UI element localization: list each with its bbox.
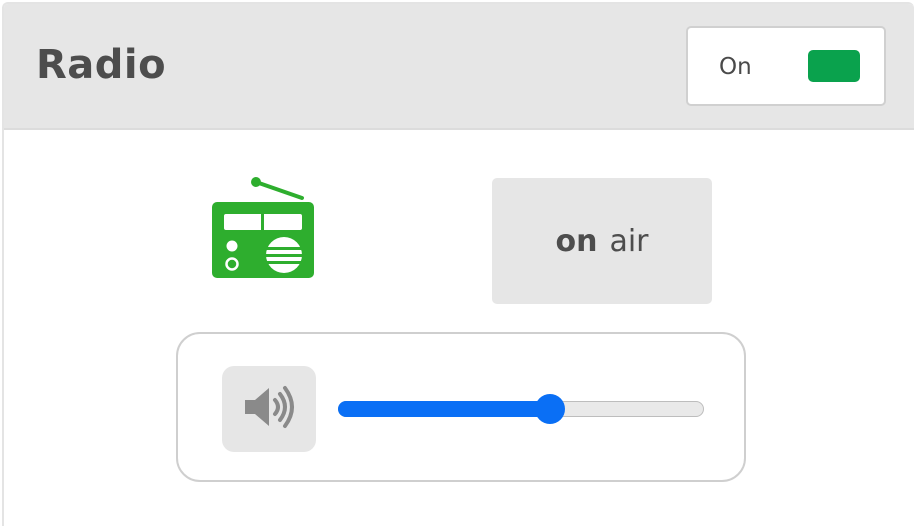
volume-slider[interactable]	[338, 394, 704, 424]
widget-header: Radio On	[4, 4, 914, 130]
power-label: On	[719, 54, 752, 80]
widget-title: Radio	[36, 42, 167, 88]
volume-fill	[338, 401, 550, 417]
power-toggle[interactable]: On	[686, 26, 886, 106]
power-indicator	[808, 50, 860, 82]
mute-button[interactable]	[222, 366, 316, 452]
on-air-strong: on	[555, 223, 598, 259]
volume-panel	[176, 332, 746, 482]
speaker-volume-icon	[241, 383, 297, 435]
on-air-status: on air	[492, 178, 712, 304]
radio-icon	[210, 176, 316, 280]
on-air-text: air	[609, 223, 649, 259]
volume-thumb[interactable]	[535, 394, 565, 424]
radio-widget: Radio On on air	[2, 2, 914, 526]
